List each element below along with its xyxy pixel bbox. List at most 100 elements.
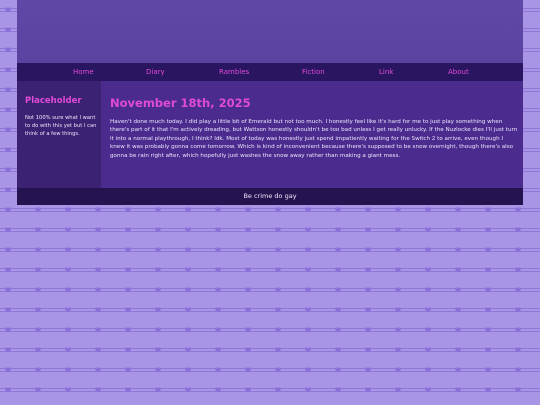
heart-icon	[245, 387, 251, 393]
heart-icon	[155, 227, 161, 233]
heart-icon	[125, 287, 131, 293]
heart-icon	[245, 227, 251, 233]
heart-icon	[125, 347, 131, 353]
heart-icon	[485, 387, 491, 393]
heart-icon	[5, 27, 11, 33]
heart-icon	[5, 187, 11, 193]
heart-icon	[305, 207, 311, 213]
heart-icon	[455, 227, 461, 233]
heart-icon	[65, 347, 71, 353]
heart-icon	[275, 327, 281, 333]
heart-icon	[185, 247, 191, 253]
heart-icon	[155, 207, 161, 213]
heart-icon	[335, 367, 341, 373]
heart-icon	[305, 307, 311, 313]
heart-icon	[215, 267, 221, 273]
heart-icon	[35, 347, 41, 353]
heart-icon	[455, 267, 461, 273]
heart-icon	[275, 367, 281, 373]
heart-icon	[185, 287, 191, 293]
sidebar-title: Placeholder	[25, 96, 82, 106]
heart-icon	[425, 387, 431, 393]
heart-icon	[185, 347, 191, 353]
heart-icon	[95, 367, 101, 373]
nav-link-about[interactable]: About	[448, 63, 469, 81]
heart-icon	[425, 327, 431, 333]
heart-icon	[485, 267, 491, 273]
nav-link-link[interactable]: Link	[379, 63, 393, 81]
main-content: November 18th, 2025 Haven't done much to…	[101, 81, 523, 188]
footer-text: Be crime do gay	[243, 192, 297, 200]
heart-icon	[515, 207, 521, 213]
heart-icon	[5, 167, 11, 173]
heart-icon	[185, 367, 191, 373]
heart-icon	[95, 247, 101, 253]
heart-icon	[365, 327, 371, 333]
heart-icon	[485, 227, 491, 233]
heart-icon	[35, 267, 41, 273]
heart-icon	[425, 267, 431, 273]
post-body: Haven't done much today. I did play a li…	[110, 119, 518, 159]
heart-icon	[515, 227, 521, 233]
heart-icon	[155, 327, 161, 333]
heart-icon	[35, 387, 41, 393]
heart-icon	[5, 7, 11, 13]
heart-icon	[185, 327, 191, 333]
heart-icon	[155, 387, 161, 393]
heart-icon	[425, 367, 431, 373]
heart-icon	[65, 287, 71, 293]
heart-icon	[515, 247, 521, 253]
heart-icon	[35, 247, 41, 253]
heart-icon	[485, 247, 491, 253]
heart-icon	[395, 287, 401, 293]
heart-icon	[395, 207, 401, 213]
heart-icon	[155, 247, 161, 253]
heart-icon	[305, 247, 311, 253]
heart-icon	[5, 147, 11, 153]
heart-icon	[455, 327, 461, 333]
heart-icon	[425, 307, 431, 313]
heart-icon	[515, 387, 521, 393]
heart-icon	[5, 207, 11, 213]
nav-link-rambles[interactable]: Rambles	[219, 63, 249, 81]
heart-icon	[365, 227, 371, 233]
heart-icon	[155, 267, 161, 273]
heart-icon	[155, 347, 161, 353]
heart-icon	[5, 387, 11, 393]
heart-icon	[515, 367, 521, 373]
heart-icon	[125, 387, 131, 393]
heart-icon	[275, 247, 281, 253]
nav-bar: Home Diary Rambles Fiction Link About	[17, 63, 523, 81]
heart-icon	[95, 267, 101, 273]
heart-icon	[125, 227, 131, 233]
heart-icon	[335, 207, 341, 213]
heart-icon	[245, 267, 251, 273]
heart-icon	[275, 387, 281, 393]
heart-icon	[215, 307, 221, 313]
heart-icon	[65, 327, 71, 333]
heart-icon	[455, 247, 461, 253]
heart-icon	[365, 307, 371, 313]
heart-icon	[125, 247, 131, 253]
nav-link-home[interactable]: Home	[73, 63, 94, 81]
heart-icon	[515, 327, 521, 333]
nav-link-fiction[interactable]: Fiction	[302, 63, 325, 81]
heart-icon	[275, 227, 281, 233]
heart-icon	[485, 307, 491, 313]
heart-icon	[485, 207, 491, 213]
heart-icon	[5, 347, 11, 353]
site-container: Home Diary Rambles Fiction Link About Pl…	[17, 0, 523, 205]
heart-icon	[275, 207, 281, 213]
heart-icon	[485, 347, 491, 353]
heart-icon	[35, 207, 41, 213]
heart-icon	[365, 207, 371, 213]
heart-icon	[335, 287, 341, 293]
heart-icon	[5, 227, 11, 233]
heart-icon	[35, 287, 41, 293]
heart-icon	[365, 387, 371, 393]
heart-icon	[485, 367, 491, 373]
heart-icon	[95, 287, 101, 293]
nav-link-diary[interactable]: Diary	[146, 63, 165, 81]
heart-icon	[65, 247, 71, 253]
heart-icon	[95, 387, 101, 393]
